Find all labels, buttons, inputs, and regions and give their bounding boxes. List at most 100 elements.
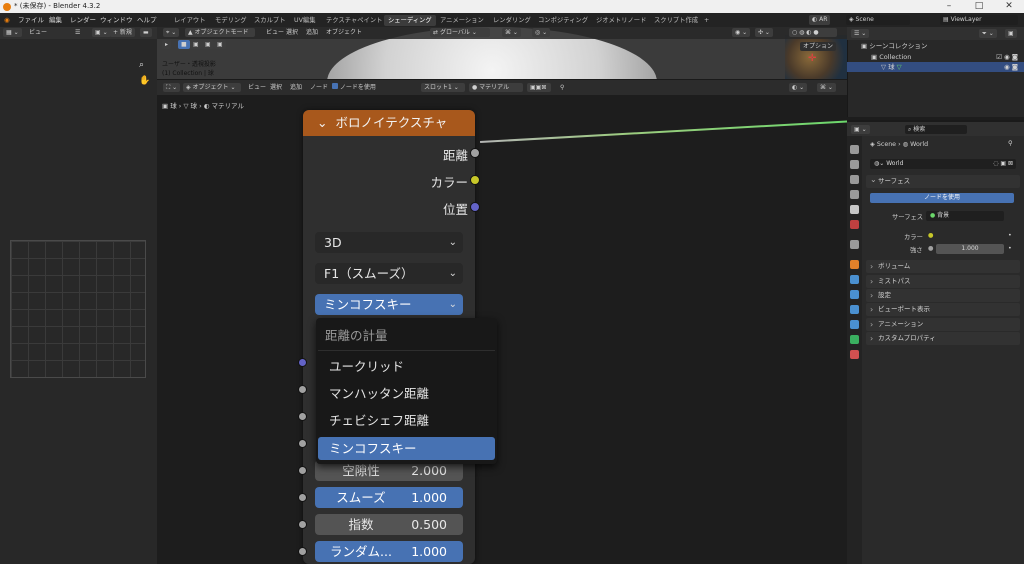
input-roughness-socket[interactable] (298, 466, 307, 475)
snap-node-icon[interactable]: ⌘ ⌄ (817, 83, 836, 92)
visibility-icon[interactable]: ◉ ⌄ (732, 28, 751, 37)
surface-shader-field[interactable]: ● 背景 (926, 211, 1004, 221)
outliner-scene-collection[interactable]: ▣ シーンコレクション (847, 41, 1024, 51)
visibility-icons[interactable]: ☑ ◉ ◙ (996, 52, 1018, 62)
outliner-editor-type-icon[interactable]: ☰ ⌄ (851, 29, 870, 38)
collapse-chevron-icon[interactable]: ⌄ (317, 115, 327, 130)
section-mist-pass[interactable]: ミストパス (866, 275, 1020, 288)
particles-tab-icon[interactable] (850, 290, 859, 299)
section-animation[interactable]: アニメーション (866, 318, 1020, 331)
menu-edit[interactable]: 編集 (49, 13, 62, 27)
constraints-tab-icon[interactable] (850, 320, 859, 329)
ar-selector[interactable]: ◐ AR (809, 15, 831, 25)
new-collection-icon[interactable]: ▣ (1005, 29, 1017, 38)
strength-field[interactable]: 1.000 (936, 244, 1004, 254)
minimize-icon[interactable]: – (934, 0, 964, 13)
material-actions[interactable]: ▣▣⊠ (527, 83, 551, 92)
shading-modes[interactable]: ○ ◍ ◐ ● (789, 28, 837, 37)
filter-icon[interactable]: ⏷ ⌄ (979, 29, 997, 38)
breadcrumb-material[interactable]: マテリアル (212, 102, 244, 110)
node-menu-select[interactable]: 選択 (267, 83, 285, 92)
navigation-gizmo-icon[interactable]: ✛ (808, 53, 816, 64)
gizmo-icon[interactable]: ✣ ⌄ (755, 28, 773, 37)
image-browse-icon[interactable]: ▣ ⌄ (92, 28, 111, 37)
new-image-button[interactable]: + 新規 (110, 28, 135, 37)
scene-selector[interactable]: ◈ Scene (846, 15, 910, 25)
node-title[interactable]: ⌄ ボロノイテクスチャ (303, 110, 475, 136)
world-selector[interactable]: ◍⌄ World ◌ ▣ ⊠ (870, 159, 1016, 169)
visibility-icons[interactable]: ◉ ◙ (1004, 62, 1018, 72)
menu-item-chebychev[interactable]: チェビシェフ距離 (318, 409, 495, 432)
use-nodes-button[interactable]: ノードを使用 (870, 193, 1014, 203)
view-layer-selector[interactable]: ▤ ViewLayer (940, 15, 1018, 25)
randomness-field[interactable]: ランダム... 1.000 (315, 541, 463, 562)
tab-animation[interactable]: アニメーション (436, 15, 488, 26)
menu-help[interactable]: ヘルプ (137, 13, 157, 27)
blender-menu-icon[interactable]: ◉ (4, 13, 10, 27)
output-color-socket[interactable] (470, 175, 480, 185)
uv-grid[interactable] (10, 240, 146, 378)
strength-keyframe-icon[interactable]: • (1008, 245, 1012, 252)
node-menu-add[interactable]: 追加 (287, 83, 305, 92)
tab-geometry-nodes[interactable]: ジオメトリノード (592, 15, 650, 26)
pin-icon[interactable]: ⚲ (557, 83, 567, 92)
editor-type-icon[interactable]: ▦ ⌄ (3, 28, 22, 37)
input-w-socket[interactable] (298, 385, 307, 394)
output-tab-icon[interactable] (850, 175, 859, 184)
input-randomness-socket[interactable] (298, 547, 307, 556)
viewport-editor-type-icon[interactable]: ⌖ ⌄ (163, 28, 180, 37)
exponent-field[interactable]: 指数 0.500 (315, 514, 463, 535)
use-nodes-toggle[interactable]: ノードを使用 (329, 83, 379, 92)
properties-pin-icon[interactable]: ⚲ (1008, 140, 1013, 147)
data-tab-icon[interactable] (850, 335, 859, 344)
menu-render[interactable]: レンダー (70, 13, 96, 27)
tool-tab-icon[interactable] (850, 145, 859, 154)
breadcrumb-mesh[interactable]: 球 (191, 102, 198, 110)
menu-item-euclidean[interactable]: ユークリッド (318, 355, 495, 378)
menu-item-manhattan[interactable]: マンハッタン距離 (318, 382, 495, 405)
node-editor-type-icon[interactable]: ⛶ ⌄ (163, 83, 181, 92)
snap-icon[interactable]: ⌘ ⌄ (502, 28, 521, 37)
viewport-menu-add[interactable]: 追加 (303, 28, 321, 37)
outliner-object-sphere[interactable]: ▽ 球 ▽ ◉ ◙ (847, 62, 1024, 72)
menu-file[interactable]: ファイル (18, 13, 44, 27)
tab-compositing[interactable]: コンポジティング (534, 15, 592, 26)
zoom-icon[interactable]: ⌕ (139, 60, 144, 70)
proportional-edit-icon[interactable]: ◎ ⌄ (532, 28, 551, 37)
hamburger-icon[interactable]: ☰ (72, 28, 83, 37)
view-menu[interactable]: ビュー (26, 28, 50, 37)
tab-layout[interactable]: レイアウト (170, 15, 209, 26)
dimensions-dropdown[interactable]: 3D ⌄ (315, 232, 463, 253)
section-viewport-display[interactable]: ビューポート表示 (866, 303, 1020, 316)
object-tab-icon[interactable] (850, 260, 859, 269)
select-invert-icon[interactable]: ▣ (214, 40, 226, 49)
close-icon[interactable]: ✕ (994, 0, 1024, 13)
section-custom-properties[interactable]: カスタムプロパティ (866, 332, 1020, 345)
select-subtract-icon[interactable]: ▣ (202, 40, 214, 49)
render-tab-icon[interactable] (850, 160, 859, 169)
node-menu-node[interactable]: ノード (307, 83, 331, 92)
input-smoothness-socket[interactable] (298, 493, 307, 502)
node-editor-canvas[interactable] (157, 95, 847, 564)
select-extend-icon[interactable]: ▣ (190, 40, 202, 49)
viewport-menu-object[interactable]: オブジェクト (323, 28, 365, 37)
view-layer-tab-icon[interactable] (850, 190, 859, 199)
select-box-icon[interactable]: ■ (178, 40, 190, 49)
section-surface[interactable]: サーフェス (866, 173, 1020, 188)
overlay-icon[interactable]: ◐ ⌄ (789, 83, 808, 92)
use-nodes-checkbox[interactable] (332, 83, 338, 89)
tab-texture-paint[interactable]: テクスチャペイント (322, 15, 386, 26)
color-keyframe-icon[interactable]: • (1008, 232, 1012, 239)
object-type-selector[interactable]: ◈ オブジェクト ⌄ (183, 83, 241, 92)
distance-metric-dropdown[interactable]: ミンコフスキー ⌄ (315, 294, 463, 315)
section-volume[interactable]: ボリューム (866, 260, 1020, 273)
tab-uv-editing[interactable]: UV編集 (290, 15, 320, 26)
input-exponent-socket[interactable] (298, 520, 307, 529)
orientation-selector[interactable]: ⇄ グローバル ⌄ (430, 28, 490, 37)
tab-sculpt[interactable]: スカルプト (250, 15, 289, 26)
breadcrumb-object[interactable]: 球 (170, 102, 177, 110)
properties-search[interactable]: ⌕ 検索 (905, 125, 967, 134)
tab-rendering[interactable]: レンダリング (489, 15, 535, 26)
material-tab-icon[interactable] (850, 350, 859, 359)
add-workspace-button[interactable]: + (700, 15, 713, 26)
